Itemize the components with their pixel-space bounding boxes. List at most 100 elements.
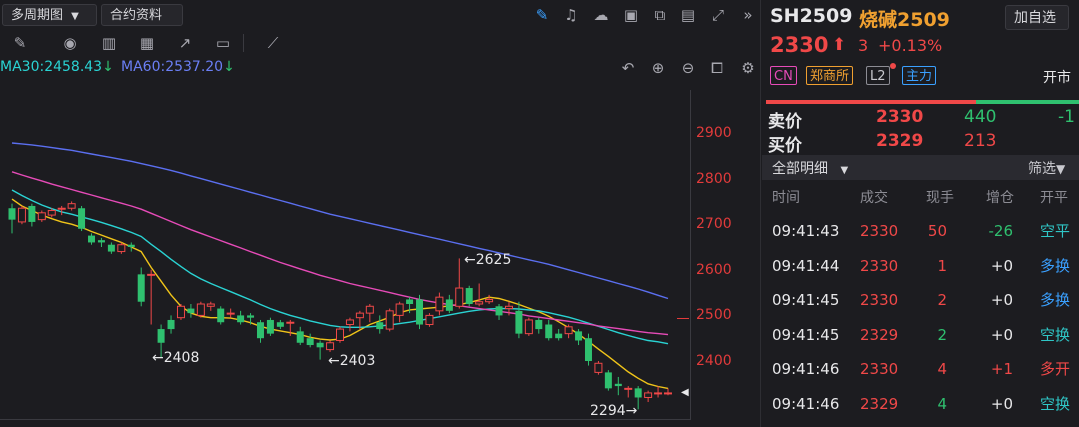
trash-icon[interactable]: ▥: [99, 34, 119, 52]
collapse-icon[interactable]: »: [738, 6, 758, 24]
detail-row[interactable]: 09:41:43 2330 50 -26 空平: [762, 214, 1079, 248]
grid-icon[interactable]: ▦: [137, 34, 157, 52]
candle[interactable]: [664, 388, 672, 396]
buy-price[interactable]: 2329: [876, 131, 923, 151]
candle[interactable]: [8, 203, 16, 234]
candle[interactable]: [237, 310, 245, 325]
candle[interactable]: [376, 315, 384, 334]
multi-period-button[interactable]: 多周期图 ▼: [2, 4, 97, 26]
candle[interactable]: [247, 313, 255, 325]
price-level-mark: [677, 318, 689, 319]
comment-icon[interactable]: ▭: [213, 34, 233, 52]
candle[interactable]: [97, 237, 105, 247]
detail-row[interactable]: 09:41:46 2330 4 +1 多开: [762, 352, 1079, 386]
candle[interactable]: [385, 308, 394, 332]
candle[interactable]: [515, 301, 523, 339]
candle[interactable]: [206, 301, 215, 311]
candle[interactable]: [176, 304, 185, 320]
candle[interactable]: [365, 304, 374, 323]
candle[interactable]: [187, 304, 195, 318]
candle[interactable]: [435, 292, 444, 316]
contract-info-button[interactable]: 合约资料: [101, 4, 183, 26]
candle[interactable]: [604, 370, 612, 391]
candle[interactable]: [266, 317, 274, 336]
price-change-pct: +0.13%: [878, 36, 943, 55]
candle[interactable]: [345, 317, 354, 332]
external-link-icon[interactable]: ↗: [175, 34, 195, 52]
candle[interactable]: [316, 340, 324, 360]
candle[interactable]: [196, 301, 205, 318]
candle[interactable]: [226, 308, 235, 318]
candle[interactable]: [28, 203, 36, 227]
window-copy-icon[interactable]: ⧉: [650, 6, 670, 24]
candle[interactable]: [326, 340, 335, 352]
candle[interactable]: [485, 294, 494, 304]
candle[interactable]: [564, 324, 573, 339]
candle[interactable]: [256, 319, 264, 343]
candle[interactable]: [654, 386, 663, 398]
price-pointer-icon: ◀: [681, 387, 689, 398]
candle[interactable]: [575, 329, 583, 346]
bell-icon[interactable]: ♫: [561, 6, 581, 24]
detail-row[interactable]: 09:41:44 2330 1 +0 多换: [762, 249, 1079, 283]
candle[interactable]: [78, 205, 86, 232]
ma30-indicator: MA30:2458.43↓: [0, 59, 114, 75]
sell-label: 卖价: [768, 112, 802, 132]
bid-ask-bar-red: [766, 100, 976, 104]
candle[interactable]: [167, 315, 175, 334]
candle[interactable]: [594, 361, 603, 375]
candle[interactable]: [535, 317, 543, 334]
detail-cell-vol: 2: [937, 291, 947, 309]
detail-row[interactable]: 09:41:45 2330 2 +0 多换: [762, 283, 1079, 317]
candle[interactable]: [276, 319, 284, 330]
detail-row[interactable]: 09:41:46 2329 4 +0 空换: [762, 387, 1079, 421]
zoom-in-icon[interactable]: ⊕: [648, 59, 668, 77]
settings-icon[interactable]: ⚙: [738, 59, 758, 77]
candle[interactable]: [37, 210, 46, 222]
sell-price[interactable]: 2330: [876, 107, 923, 127]
candle[interactable]: [17, 205, 26, 225]
chart-layout-icon[interactable]: ▤: [678, 6, 698, 24]
camera-icon[interactable]: ▣: [621, 6, 641, 24]
candle[interactable]: [355, 310, 364, 330]
fullscreen-icon[interactable]: ⤢: [708, 6, 728, 24]
candle[interactable]: [644, 390, 653, 403]
candlestick-chart[interactable]: [0, 90, 690, 420]
candle[interactable]: [495, 304, 503, 320]
candle[interactable]: [217, 306, 225, 325]
candle[interactable]: [336, 326, 344, 343]
draw-pen-icon[interactable]: ✎: [532, 6, 552, 24]
detail-row[interactable]: 09:41:45 2329 2 +0 空换: [762, 318, 1079, 352]
candle[interactable]: [425, 313, 434, 327]
ruler-icon[interactable]: ⟋: [263, 34, 283, 52]
candle[interactable]: [524, 317, 533, 336]
zoom-out-icon[interactable]: ⊖: [678, 59, 698, 77]
candle[interactable]: [395, 301, 404, 323]
candle[interactable]: [296, 326, 304, 346]
edit-icon[interactable]: ✎: [10, 34, 30, 52]
candle[interactable]: [614, 376, 622, 396]
candle[interactable]: [107, 242, 115, 254]
candle[interactable]: [584, 333, 592, 366]
candle[interactable]: [127, 242, 135, 252]
candle[interactable]: [475, 283, 484, 307]
undo-icon[interactable]: ↶: [618, 59, 638, 77]
add-watchlist-button[interactable]: 加自选: [1005, 5, 1069, 30]
cloud-icon[interactable]: ☁: [591, 6, 611, 24]
candle[interactable]: [555, 329, 563, 341]
candle[interactable]: [624, 386, 633, 398]
filter-button[interactable]: 筛选▼: [1028, 158, 1065, 178]
eye-icon[interactable]: ◉: [60, 34, 80, 52]
candle[interactable]: [465, 285, 473, 307]
candle[interactable]: [306, 333, 314, 348]
candle[interactable]: [88, 233, 96, 245]
candle[interactable]: [445, 294, 453, 314]
candle[interactable]: [147, 269, 156, 325]
candle[interactable]: [67, 201, 76, 211]
candle[interactable]: [137, 267, 145, 307]
detail-dropdown[interactable]: 全部明细 ▼: [772, 158, 848, 178]
candle[interactable]: [455, 258, 464, 309]
candle[interactable]: [416, 294, 424, 330]
candle[interactable]: [545, 319, 553, 341]
chart-type-icon[interactable]: ⧠: [707, 59, 727, 77]
